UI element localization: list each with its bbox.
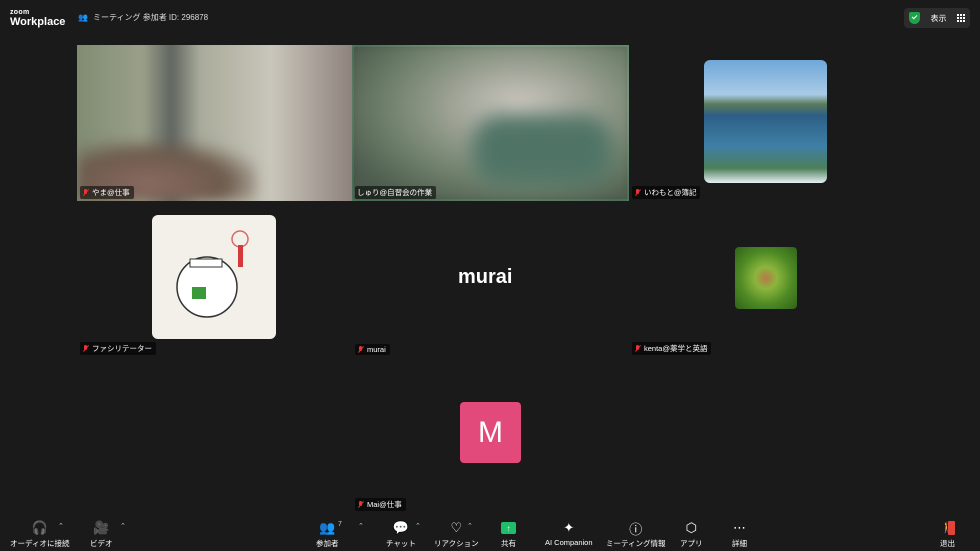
participant-name-tag: やま@仕事 (80, 186, 134, 199)
mic-muted-icon (357, 345, 364, 354)
view-button-label: 表示 (930, 13, 947, 23)
meeting-info-label[interactable]: 👥 ミーティング 参加者 ID: 296878 (78, 12, 208, 23)
participant-display-name: murai (458, 266, 513, 288)
participant-name: やま@仕事 (92, 188, 130, 197)
zoom-logo: zoom Workplace (10, 9, 65, 28)
sticker-illustration (176, 230, 249, 318)
video-tile[interactable]: やま@仕事 (77, 45, 352, 201)
heart-icon: ♡ (450, 520, 463, 535)
mic-muted-icon (357, 500, 364, 509)
brand-large: Workplace (10, 16, 66, 28)
profile-picture (152, 215, 276, 339)
participants-icon: 👥 (319, 520, 336, 535)
participant-name: ファシリテーター (92, 344, 152, 353)
participants-options-caret[interactable]: ⌃ (358, 522, 364, 530)
participant-name-tag: いわもと@簿記 (632, 186, 701, 199)
mic-muted-icon (82, 344, 89, 353)
view-button[interactable]: 表示 (904, 8, 970, 28)
mic-muted-icon (634, 188, 641, 197)
participants-count: 7 (338, 521, 342, 528)
mic-muted-icon (82, 188, 89, 197)
leave-door-icon: 🚶 (940, 521, 955, 535)
participant-name-tag: kenta@薬学と英語 (632, 342, 712, 355)
meeting-controls: 🎧 オーディオに接続 ⌃ 🎥 ビデオ ⌃ 👥 参加者 7 ⌃ 💬 チャット ⌃ … (0, 514, 980, 551)
participant-name: kenta@薬学と英語 (644, 344, 708, 353)
participant-name-tag: ファシリテーター (80, 342, 156, 355)
video-camera-icon: 🎥 (93, 520, 110, 535)
brand-small: zoom (10, 9, 30, 16)
ai-companion-button[interactable]: ✦ AI Companion (545, 519, 593, 547)
share-screen-icon: ↑ (501, 522, 516, 534)
video-tile[interactable]: ファシリテーター (77, 201, 352, 357)
chat-options-caret[interactable]: ⌃ (415, 522, 421, 530)
video-tile[interactable]: murai murai (352, 201, 627, 357)
mic-muted-icon (634, 344, 641, 353)
audio-options-caret[interactable]: ⌃ (58, 522, 64, 530)
video-button[interactable]: 🎥 ビデオ (90, 519, 113, 549)
top-bar: zoom Workplace 👥 ミーティング 参加者 ID: 296878 表… (0, 0, 980, 36)
reactions-options-caret[interactable]: ⌃ (467, 522, 473, 530)
participants-icon: 👥 (78, 13, 88, 22)
video-tile-active[interactable]: しゅり@自習会の作業 (352, 45, 629, 201)
apps-icon: ⬡ (685, 520, 697, 535)
participant-name: murai (367, 345, 386, 354)
participants-button[interactable]: 👥 参加者 (316, 519, 339, 549)
more-button[interactable]: ⋯ 詳細 (732, 519, 747, 549)
gallery-view: やま@仕事 しゅり@自習会の作業 いわもと@簿記 ファシリテーター murai … (0, 36, 980, 514)
meeting-info-button[interactable]: ⓘ ミーティング情報 (606, 519, 666, 549)
encryption-shield-icon (909, 12, 920, 24)
participant-name-tag: murai (355, 344, 390, 355)
avatar-initial: M (460, 402, 521, 463)
participant-name-tag: しゅり@自習会の作業 (355, 186, 437, 199)
leave-button[interactable]: 🚶 退出 (940, 519, 955, 549)
video-tile[interactable]: いわもと@簿記 (629, 45, 904, 201)
profile-picture (735, 247, 797, 309)
participant-name: しゅり@自習会の作業 (357, 188, 433, 197)
share-button[interactable]: ↑ 共有 (501, 519, 516, 549)
meeting-id-text: ミーティング 参加者 ID: 296878 (92, 13, 209, 22)
participant-name-tag: Mai@仕事 (355, 498, 406, 511)
chat-bubble-icon: 💬 (392, 520, 410, 535)
apps-button[interactable]: ⬡ アプリ (680, 519, 703, 549)
sparkle-icon: ✦ (563, 520, 575, 535)
info-icon: ⓘ (629, 521, 643, 537)
video-tile[interactable]: kenta@薬学と英語 (629, 201, 904, 357)
participant-name: Mai@仕事 (367, 500, 402, 509)
video-tile[interactable]: M Mai@仕事 (352, 357, 627, 513)
chat-button[interactable]: 💬 チャット (386, 519, 416, 549)
video-options-caret[interactable]: ⌃ (120, 522, 126, 530)
headphones-icon: 🎧 (31, 520, 48, 535)
grid-view-icon (957, 14, 965, 22)
profile-picture (704, 60, 827, 183)
more-dots-icon: ⋯ (733, 520, 746, 535)
participant-name: いわもと@簿記 (644, 188, 697, 197)
